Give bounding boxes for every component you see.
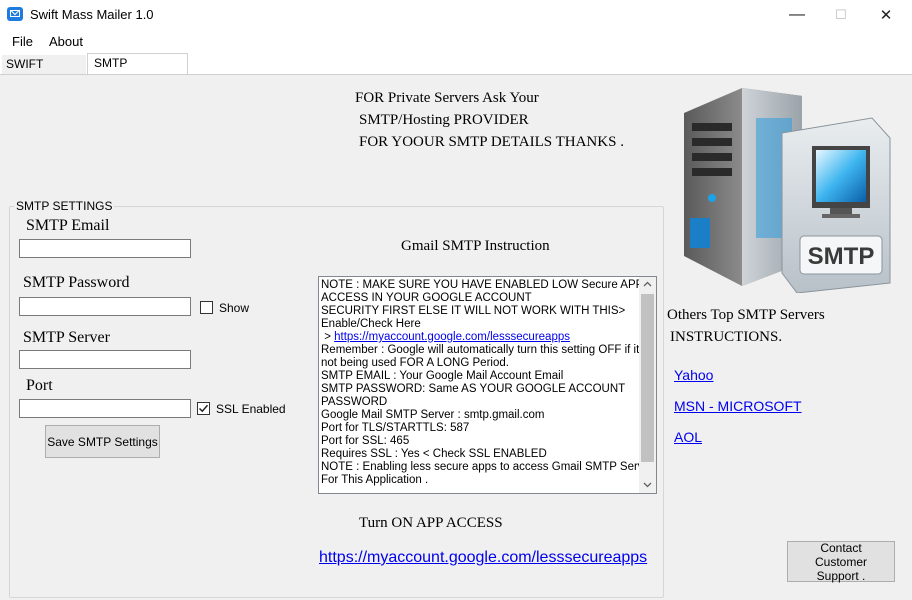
menu-about[interactable]: About bbox=[49, 34, 83, 49]
note-line: Enable/Check Here bbox=[321, 318, 421, 330]
aol-link[interactable]: AOL bbox=[674, 429, 702, 445]
yahoo-link[interactable]: Yahoo bbox=[674, 367, 713, 383]
less-secure-apps-link[interactable]: https://myaccount.google.com/lesssecurea… bbox=[319, 549, 647, 567]
gmail-instructions-text: NOTE : MAKE SURE YOU HAVE ENABLED LOW Se… bbox=[321, 279, 654, 487]
tab-smtp-settings[interactable]: SMTP SETTINGS bbox=[87, 53, 188, 89]
notice-line-1: FOR Private Servers Ask Your bbox=[355, 90, 539, 106]
minimize-button[interactable]: — bbox=[774, 0, 820, 30]
note-line: ACCESS IN YOUR GOOGLE ACCOUNT bbox=[321, 292, 532, 304]
scroll-down-icon[interactable] bbox=[643, 482, 652, 488]
note-line: Google Mail SMTP Server : smtp.gmail.com bbox=[321, 409, 545, 421]
note-line: Port for SSL: 465 bbox=[321, 435, 410, 447]
menu-bar bbox=[0, 31, 912, 53]
note-link-prefix: > bbox=[321, 331, 335, 343]
contact-customer-support-button[interactable]: Contact Customer Support . bbox=[787, 541, 895, 583]
smtp-settings-group-title: SMTP SETTINGS bbox=[14, 199, 115, 213]
gmail-instructions-textbox[interactable]: NOTE : MAKE SURE YOU HAVE ENABLED LOW Se… bbox=[318, 276, 657, 494]
notice-line-3: FOR YOOUR SMTP DETAILS THANKS . bbox=[359, 134, 624, 150]
window-title: Swift Mass Mailer 1.0 bbox=[30, 7, 154, 22]
scroll-up-icon[interactable] bbox=[643, 281, 652, 287]
others-title-line-2: INSTRUCTIONS. bbox=[670, 329, 783, 345]
note-line: SMTP EMAIL : Your Google Mail Account Em… bbox=[321, 370, 564, 382]
show-password-checkbox[interactable] bbox=[200, 301, 213, 314]
ssl-enabled-label: SSL Enabled bbox=[216, 402, 286, 416]
smtp-password-input[interactable] bbox=[19, 297, 191, 316]
note-line: Port for TLS/STARTTLS: 587 bbox=[321, 422, 470, 434]
smtp-server-input[interactable] bbox=[19, 350, 191, 369]
smtp-badge-text: SMTP bbox=[808, 243, 875, 270]
checkmark-icon bbox=[198, 404, 209, 413]
scrollbar-thumb[interactable] bbox=[641, 294, 654, 462]
mail-icon bbox=[7, 7, 23, 21]
note-line: PASSWORD bbox=[321, 396, 388, 408]
note-line: NOTE : Enabling less secure apps to acce… bbox=[321, 461, 654, 473]
vertical-scrollbar[interactable] bbox=[639, 277, 656, 493]
tab-swift-mailer[interactable]: SWIFT MAILER bbox=[2, 55, 86, 90]
maximize-button[interactable]: ☐ bbox=[818, 0, 864, 30]
smtp-email-input[interactable] bbox=[19, 239, 191, 258]
smtp-server-label: SMTP Server bbox=[23, 329, 110, 346]
smtp-password-label: SMTP Password bbox=[23, 274, 130, 291]
others-title-line-1: Others Top SMTP Servers bbox=[667, 307, 825, 323]
note-line: SECURITY FIRST ELSE IT WILL NOT WORK WIT… bbox=[321, 305, 626, 317]
note-link-line: > https://myaccount.google.com/lesssecur… bbox=[321, 331, 639, 344]
note-line: not being used FOR A LONG Period. bbox=[321, 357, 509, 369]
note-line: SMTP PASSWORD: Same AS YOUR GOOGLE ACCOU… bbox=[321, 383, 626, 395]
ssl-enabled-checkbox[interactable] bbox=[197, 402, 210, 415]
menu-file[interactable]: File bbox=[12, 34, 33, 49]
close-button[interactable]: ✕ bbox=[863, 0, 909, 30]
smtp-email-label: SMTP Email bbox=[26, 217, 110, 234]
port-input[interactable] bbox=[19, 399, 191, 418]
msn-microsoft-link[interactable]: MSN - MICROSOFT bbox=[674, 398, 802, 414]
show-password-label: Show bbox=[219, 301, 250, 315]
port-label: Port bbox=[26, 377, 53, 394]
note-line: For This Application . bbox=[321, 474, 429, 486]
note-less-secure-link[interactable]: https://myaccount.google.com/lesssecurea… bbox=[334, 331, 570, 343]
gmail-instruction-title: Gmail SMTP Instruction bbox=[401, 238, 550, 254]
note-line: Requires SSL : Yes < Check SSL ENABLED bbox=[321, 448, 547, 460]
save-smtp-settings-button[interactable]: Save SMTP Settings bbox=[45, 425, 160, 458]
note-line: NOTE : MAKE SURE YOU HAVE ENABLED LOW Se… bbox=[321, 279, 651, 291]
smtp-server-illustration: SMTP bbox=[684, 88, 891, 293]
turn-on-app-access-label: Turn ON APP ACCESS bbox=[359, 515, 503, 531]
notice-line-2: SMTP/Hosting PROVIDER bbox=[359, 112, 529, 128]
note-line: Remember : Google will automatically tur… bbox=[321, 344, 648, 356]
